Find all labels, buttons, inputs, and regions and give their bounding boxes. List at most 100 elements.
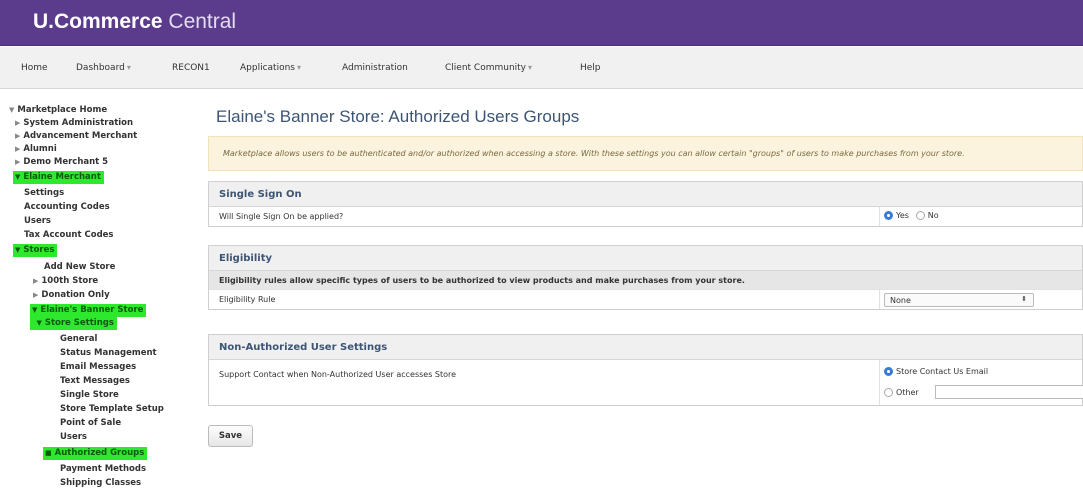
- tree-label: Alumni: [23, 144, 57, 154]
- tree-demo-merchant-5[interactable]: ▶ Demo Merchant 5: [15, 156, 108, 169]
- sso-no-radio[interactable]: [915, 211, 925, 220]
- nav-help[interactable]: Help: [580, 63, 601, 73]
- store-contact-email-radio[interactable]: [884, 367, 893, 376]
- triangle-right-icon: ▶: [15, 119, 21, 127]
- store-contact-email-label: Store Contact Us Email: [896, 367, 989, 376]
- tree-store-settings[interactable]: ▼ Store Settings: [30, 317, 117, 330]
- tree-label: Elaine Merchant: [23, 172, 101, 182]
- tree-system-administration[interactable]: ▶ System Administration: [15, 117, 133, 130]
- panel-eligibility: Eligibility Eligibility rules allow spec…: [208, 245, 1083, 310]
- tree-accounting-codes[interactable]: Accounting Codes: [24, 201, 110, 214]
- tree-label: Marketplace Home: [17, 105, 108, 115]
- tree-donation-only[interactable]: ▶ Donation Only: [33, 289, 110, 302]
- non-auth-label: Support Contact when Non-Authorized User…: [219, 370, 457, 379]
- non-auth-options: Store Contact Us Email Other: [879, 360, 1083, 405]
- tree-stores[interactable]: ▼ Stores: [13, 244, 58, 257]
- tree-users[interactable]: Users: [24, 215, 51, 228]
- tree-elaine-merchant[interactable]: ▼ Elaine Merchant: [13, 171, 104, 184]
- nav-applications-label: Applications: [240, 63, 295, 73]
- other-contact-input[interactable]: [935, 385, 1083, 399]
- eligibility-rule-row: Eligibility Rule None ⬍: [209, 290, 1082, 309]
- tree-label: Donation Only: [41, 290, 110, 300]
- tree-payment-methods[interactable]: Payment Methods: [60, 463, 146, 476]
- tree-100th-store[interactable]: ▶ 100th Store: [33, 275, 98, 288]
- nav-client-community[interactable]: Client Community ▾: [445, 63, 532, 73]
- non-auth-row: Support Contact when Non-Authorized User…: [209, 360, 1083, 405]
- panel-non-authorized-user-settings: Non-Authorized User Settings Support Con…: [208, 334, 1083, 406]
- updown-arrows-icon: ⬍: [1021, 295, 1027, 303]
- sso-yes-label: Yes: [896, 211, 909, 220]
- tree-elaines-banner-store[interactable]: ▼ Elaine's Banner Store: [30, 304, 147, 317]
- eligibility-description-row: Eligibility rules allow specific types o…: [209, 271, 1082, 290]
- sso-yes-radio[interactable]: [884, 211, 893, 220]
- panel-header: Non-Authorized User Settings: [209, 335, 1082, 360]
- tree-status-management[interactable]: Status Management: [60, 347, 157, 360]
- brand-light: Central: [168, 10, 237, 33]
- nav-home[interactable]: Home: [21, 63, 48, 73]
- chevron-down-icon: ▾: [126, 63, 131, 72]
- tree-users-store[interactable]: Users: [60, 431, 87, 444]
- chevron-down-icon: ▾: [296, 63, 301, 72]
- page-title: Elaine's Banner Store: Authorized Users …: [216, 107, 580, 126]
- panel-header: Eligibility: [209, 246, 1082, 271]
- triangle-right-icon: ▶: [15, 158, 21, 166]
- triangle-right-icon: ▶: [33, 291, 39, 299]
- tree-point-of-sale[interactable]: Point of Sale: [60, 417, 121, 430]
- tree-settings[interactable]: Settings: [24, 187, 64, 200]
- triangle-down-icon: ▼: [15, 173, 21, 181]
- tree-authorized-groups[interactable]: ■ Authorized Groups: [43, 447, 148, 460]
- triangle-right-icon: ▶: [15, 132, 21, 140]
- tree-add-new-store[interactable]: Add New Store: [44, 261, 115, 274]
- triangle-down-icon: ▼: [32, 319, 42, 327]
- triangle-down-icon: ▼: [9, 106, 15, 114]
- panel-header: Single Sign On: [209, 182, 1082, 207]
- tree-tax-account-codes[interactable]: Tax Account Codes: [24, 229, 114, 242]
- tree-store-template-setup[interactable]: Store Template Setup: [60, 403, 164, 416]
- tree-label: Advancement Merchant: [23, 131, 138, 141]
- tree-label: Demo Merchant 5: [23, 157, 109, 167]
- eligibility-rule-cell: None ⬍: [879, 290, 1083, 309]
- app-logo[interactable]: U.Commerce Central: [33, 10, 236, 34]
- tree-general[interactable]: General: [60, 333, 97, 346]
- sso-options: Yes No: [879, 207, 1083, 226]
- triangle-down-icon: ▼: [32, 306, 38, 314]
- bullet-icon: ■: [45, 449, 52, 457]
- tree-label: Store Settings: [44, 318, 114, 328]
- tree-label: System Administration: [23, 118, 134, 128]
- sso-no-label: No: [927, 211, 939, 220]
- sso-question: Will Single Sign On be applied?: [219, 212, 344, 221]
- save-button[interactable]: Save: [208, 425, 253, 447]
- main-nav: Home Dashboard ▾ RECON1 Applications ▾ Adm…: [0, 47, 1083, 89]
- eligibility-rule-select[interactable]: None ⬍: [884, 293, 1034, 307]
- nav-dashboard[interactable]: Dashboard ▾: [76, 63, 131, 73]
- tree-label: Stores: [23, 245, 55, 255]
- brand-bold: U.Commerce: [33, 10, 163, 33]
- nav-recon1[interactable]: RECON1: [172, 63, 210, 73]
- notice-text: Marketplace allows users to be authentic…: [223, 149, 965, 158]
- brand-bar: U.Commerce Central: [0, 0, 1083, 46]
- nav-client-community-label: Client Community: [445, 63, 527, 73]
- nav-administration[interactable]: Administration: [342, 63, 408, 73]
- tree-label: Elaine's Banner Store: [40, 305, 144, 315]
- tree-label: Authorized Groups: [54, 448, 145, 458]
- tree-alumni[interactable]: ▶ Alumni: [15, 143, 57, 156]
- nav-dashboard-label: Dashboard: [76, 63, 125, 73]
- triangle-right-icon: ▶: [33, 277, 39, 285]
- tree-marketplace-home[interactable]: ▼ Marketplace Home: [9, 104, 107, 117]
- eligibility-rule-value: None: [890, 296, 911, 305]
- tree-label: 100th Store: [41, 276, 99, 286]
- triangle-down-icon: ▼: [15, 246, 21, 254]
- tree-single-store[interactable]: Single Store: [60, 389, 119, 402]
- nav-applications[interactable]: Applications ▾: [240, 63, 301, 73]
- other-radio[interactable]: [884, 388, 893, 397]
- tree-text-messages[interactable]: Text Messages: [60, 375, 130, 388]
- tree-advancement-merchant[interactable]: ▶ Advancement Merchant: [15, 130, 137, 143]
- eligibility-rule-label: Eligibility Rule: [219, 295, 276, 304]
- info-notice: Marketplace allows users to be authentic…: [208, 136, 1083, 171]
- tree-email-messages[interactable]: Email Messages: [60, 361, 136, 374]
- eligibility-description: Eligibility rules allow specific types o…: [219, 276, 745, 285]
- sso-row: Will Single Sign On be applied? Yes No: [209, 207, 1082, 226]
- tree-shipping-classes[interactable]: Shipping Classes: [60, 477, 141, 490]
- chevron-down-icon: ▾: [528, 63, 533, 72]
- triangle-right-icon: ▶: [15, 145, 21, 153]
